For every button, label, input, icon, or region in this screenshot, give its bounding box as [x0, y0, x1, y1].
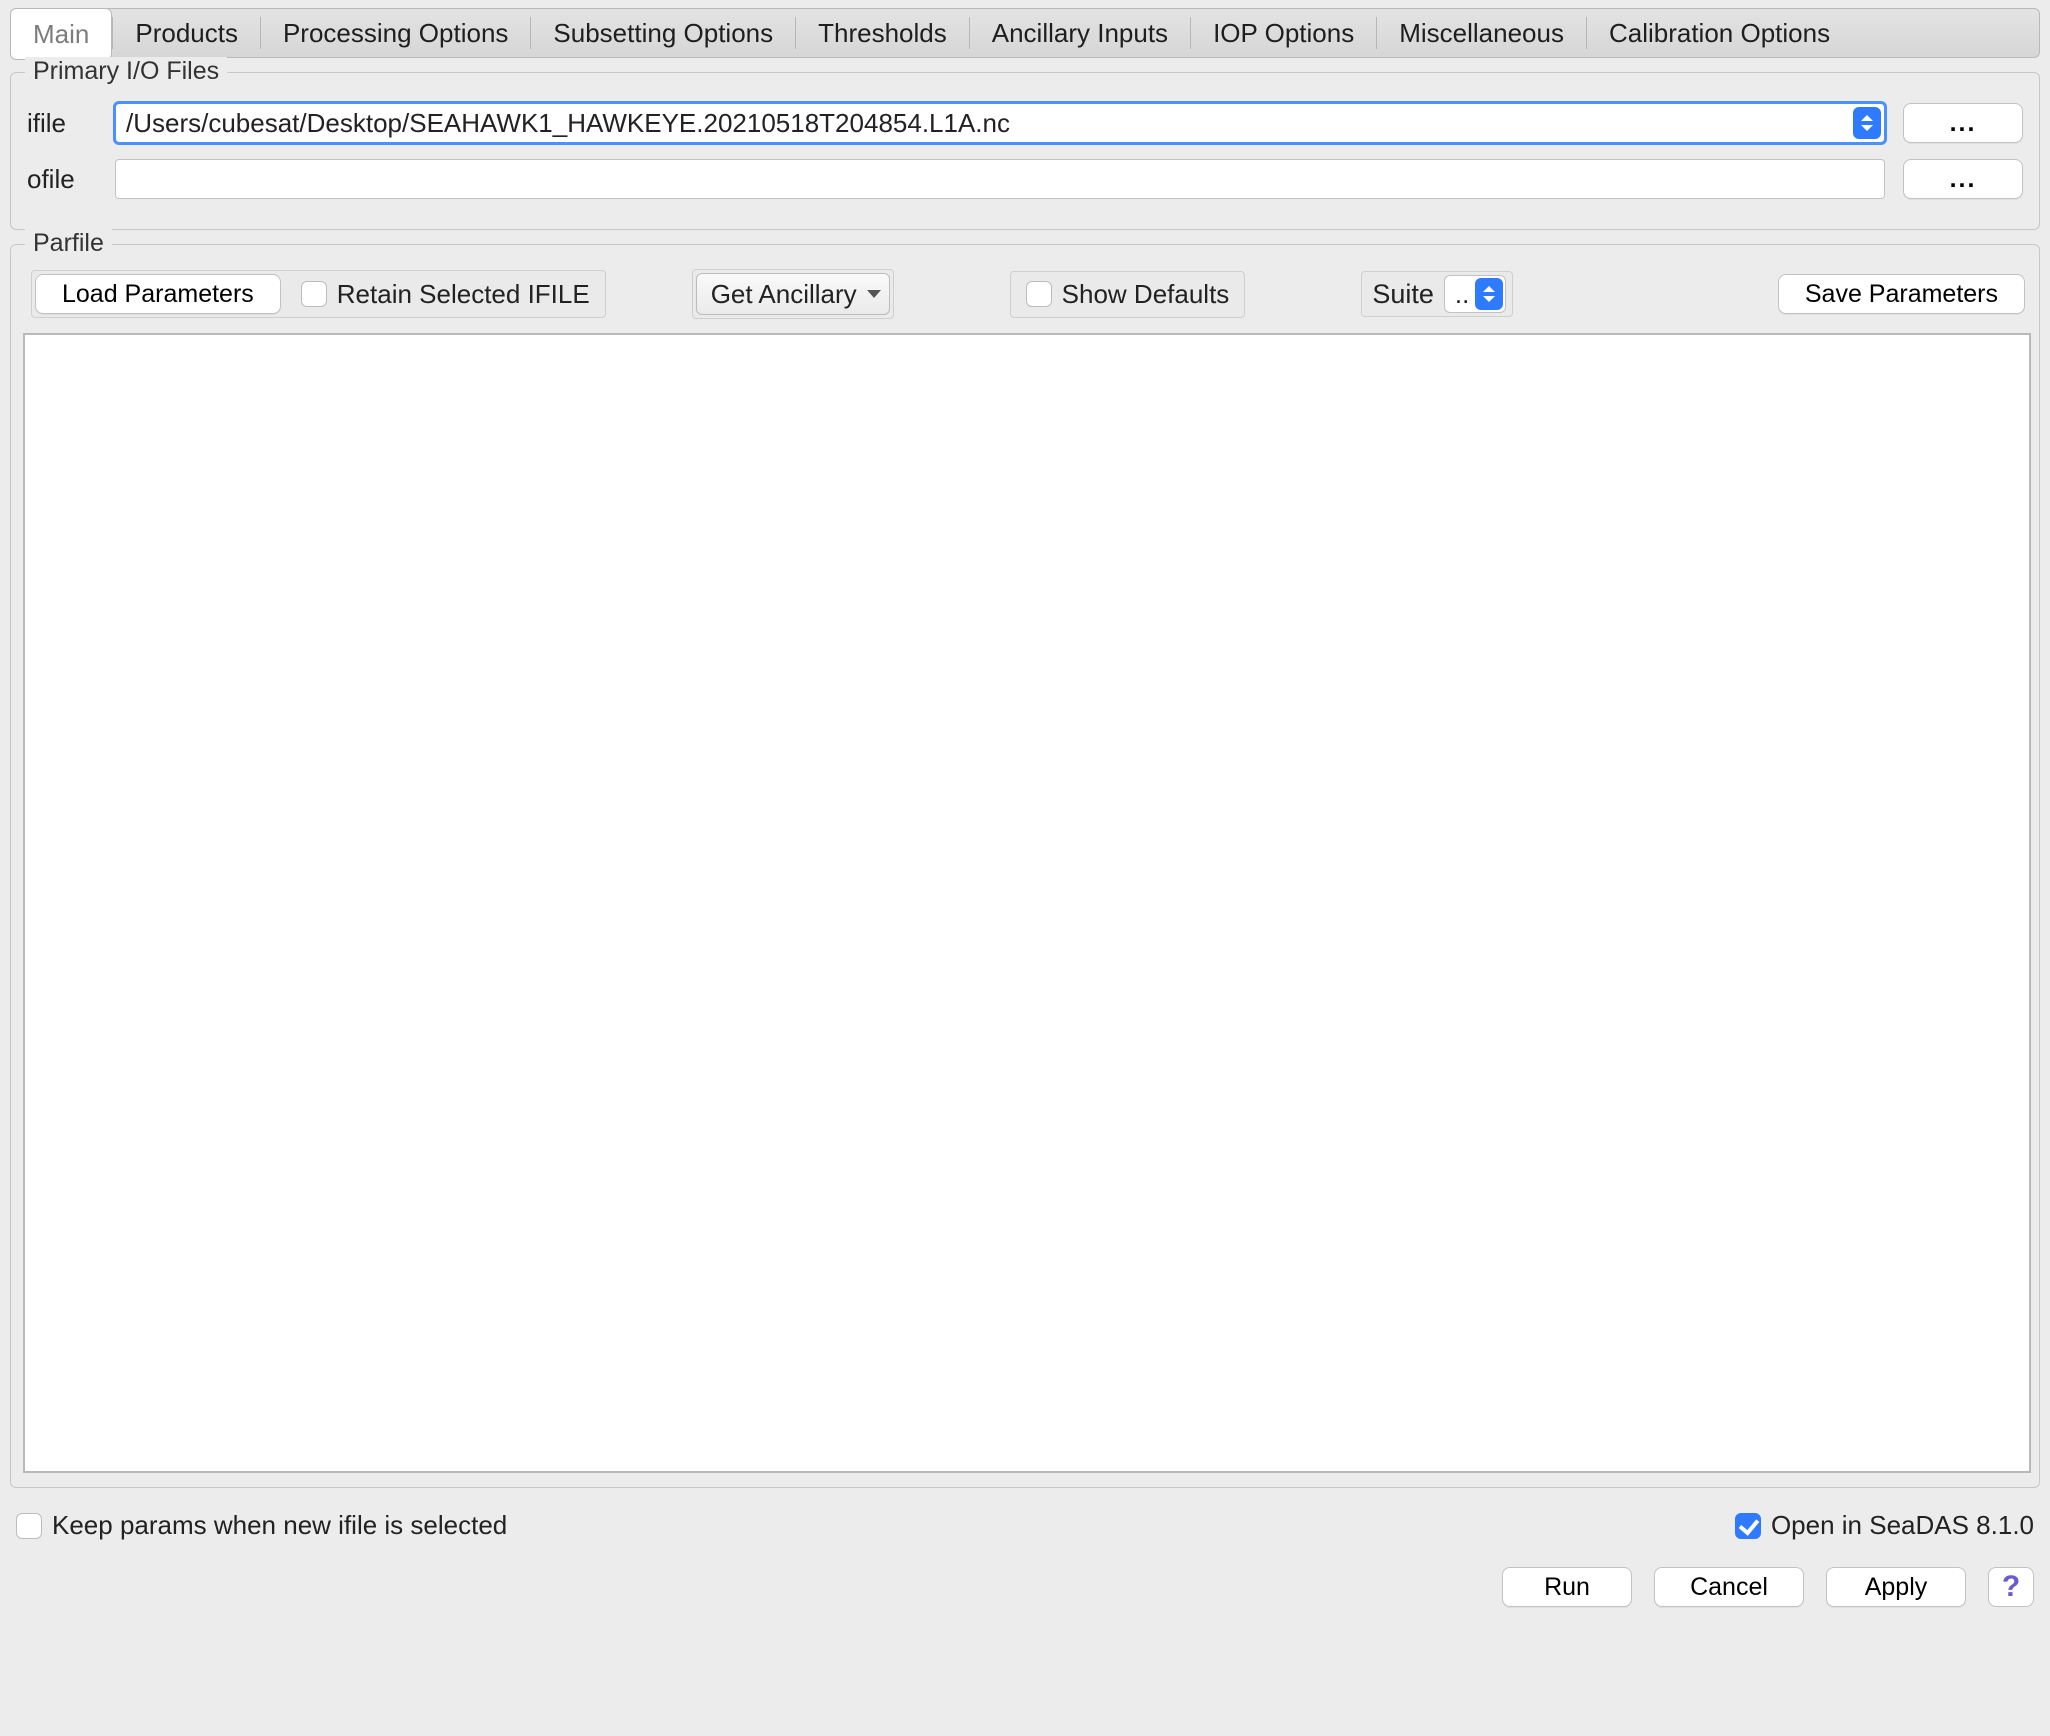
action-row: Run Cancel Apply ?	[10, 1567, 2034, 1607]
get-ancillary-panel: Get Ancillary	[692, 269, 894, 319]
tab-subsetting-options[interactable]: Subsetting Options	[531, 9, 795, 57]
show-defaults-panel: Show Defaults	[1010, 271, 1246, 318]
ifile-combo[interactable]	[115, 103, 1885, 143]
open-seadas-checkbox-wrap[interactable]: Open in SeaDAS 8.1.0	[1735, 1510, 2034, 1541]
ifile-row: ifile ...	[27, 103, 2023, 143]
ofile-browse-button[interactable]: ...	[1903, 159, 2023, 199]
open-seadas-label: Open in SeaDAS 8.1.0	[1771, 1510, 2034, 1541]
tab-calibration-options[interactable]: Calibration Options	[1587, 9, 1852, 57]
retain-ifile-checkbox[interactable]	[301, 281, 327, 307]
tab-products[interactable]: Products	[113, 9, 260, 57]
save-parameters-button[interactable]: Save Parameters	[1778, 274, 2025, 314]
tab-ancillary-inputs[interactable]: Ancillary Inputs	[970, 9, 1190, 57]
primary-io-group: Primary I/O Files ifile ... ofile ...	[10, 72, 2040, 230]
show-defaults-checkbox-wrap[interactable]: Show Defaults	[1014, 275, 1242, 314]
ofile-row: ofile ...	[27, 159, 2023, 199]
load-retain-panel: Load Parameters Retain Selected IFILE	[31, 270, 606, 318]
keep-params-checkbox[interactable]	[16, 1513, 42, 1539]
keep-params-label: Keep params when new ifile is selected	[52, 1510, 507, 1541]
ofile-label: ofile	[27, 164, 97, 195]
suite-label: Suite	[1372, 279, 1434, 310]
suite-dropdown-icon[interactable]	[1475, 278, 1503, 310]
open-seadas-checkbox[interactable]	[1735, 1513, 1761, 1539]
ifile-input[interactable]	[115, 103, 1885, 143]
parfile-controls: Load Parameters Retain Selected IFILE Ge…	[21, 259, 2029, 333]
tab-main[interactable]: Main	[10, 8, 112, 60]
show-defaults-label: Show Defaults	[1062, 279, 1230, 310]
chevron-down-icon	[867, 290, 881, 298]
cancel-button[interactable]: Cancel	[1654, 1567, 1804, 1607]
suite-value: ..	[1455, 279, 1469, 310]
get-ancillary-dropdown[interactable]: Get Ancillary	[696, 273, 890, 315]
dialog-root: Main Products Processing Options Subsett…	[0, 0, 2050, 1736]
retain-ifile-label: Retain Selected IFILE	[337, 279, 590, 310]
show-defaults-checkbox[interactable]	[1026, 281, 1052, 307]
help-button[interactable]: ?	[1988, 1567, 2034, 1607]
tab-processing-options[interactable]: Processing Options	[261, 9, 530, 57]
parfile-title: Parfile	[25, 229, 112, 258]
ifile-browse-button[interactable]: ...	[1903, 103, 2023, 143]
suite-select[interactable]: ..	[1444, 275, 1506, 313]
retain-ifile-checkbox-wrap[interactable]: Retain Selected IFILE	[301, 279, 590, 310]
parfile-group: Parfile Load Parameters Retain Selected …	[10, 244, 2040, 1488]
tab-thresholds[interactable]: Thresholds	[796, 9, 969, 57]
tab-miscellaneous[interactable]: Miscellaneous	[1377, 9, 1586, 57]
ifile-label: ifile	[27, 108, 97, 139]
ofile-input[interactable]	[115, 159, 1885, 199]
load-parameters-button[interactable]: Load Parameters	[35, 274, 281, 314]
tab-iop-options[interactable]: IOP Options	[1191, 9, 1376, 57]
parfile-textarea[interactable]	[23, 333, 2031, 1473]
keep-params-checkbox-wrap[interactable]: Keep params when new ifile is selected	[16, 1510, 507, 1541]
bottom-row: Keep params when new ifile is selected O…	[16, 1510, 2034, 1541]
run-button[interactable]: Run	[1502, 1567, 1632, 1607]
tab-bar: Main Products Processing Options Subsett…	[10, 8, 2040, 58]
suite-panel: Suite ..	[1361, 271, 1513, 317]
apply-button[interactable]: Apply	[1826, 1567, 1966, 1607]
ifile-dropdown-icon[interactable]	[1853, 107, 1881, 139]
get-ancillary-label: Get Ancillary	[711, 279, 857, 310]
primary-io-title: Primary I/O Files	[25, 57, 227, 86]
